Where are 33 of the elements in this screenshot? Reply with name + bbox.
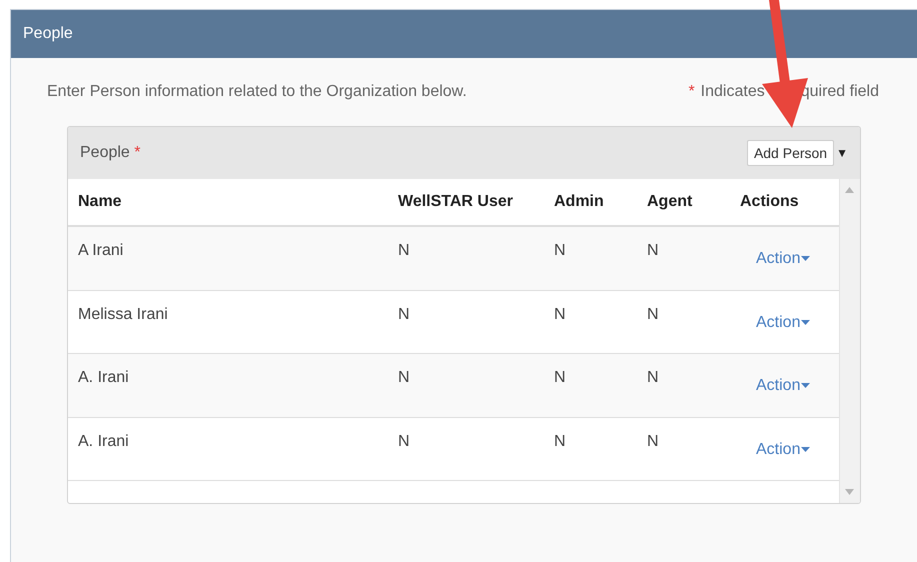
required-marker: * [688,82,695,102]
column-header: Name [78,192,123,212]
column-header: Admin [554,192,605,212]
column-header: WellSTAR User [398,192,514,212]
add-person-button[interactable]: Add Person [746,140,834,166]
column-header: Actions [740,192,800,212]
card-title: People [80,144,130,161]
action-dropdown-link[interactable]: Action [756,438,810,462]
required-marker: * [134,144,141,161]
table-cell-text: A. Irani [78,432,129,452]
table-cell-text: N [554,432,566,452]
table-cell-text: N [647,241,659,261]
intro-text: Enter Person information related to the Organization below. [47,82,467,102]
table-cell-text: N [554,241,566,261]
panel-title: People [11,10,917,58]
column-header: Agent [647,192,694,212]
action-dropdown-link[interactable]: Action [756,310,810,334]
table-cell-text: N [398,368,410,388]
required-note-text: Indicates [700,82,765,102]
table-cell-text: N [554,304,566,324]
action-dropdown-link[interactable]: Action [756,247,810,271]
table-cell-text: A Irani [78,241,124,261]
table-cell-text: N [398,432,410,452]
table-cell-text: N [398,304,410,324]
dropdown-caret[interactable]: ▼ [836,144,848,162]
table-cell-text: N [554,368,566,388]
table-cell-text: N [647,304,659,324]
action-dropdown-link[interactable]: Action [756,374,810,398]
table-cell-text: Melissa Irani [78,304,168,324]
table-cell-text: N [647,368,659,388]
table-cell-text: A. Irani [78,368,129,388]
table-cell-text: N [398,241,410,261]
table-cell-text: N [647,432,659,452]
